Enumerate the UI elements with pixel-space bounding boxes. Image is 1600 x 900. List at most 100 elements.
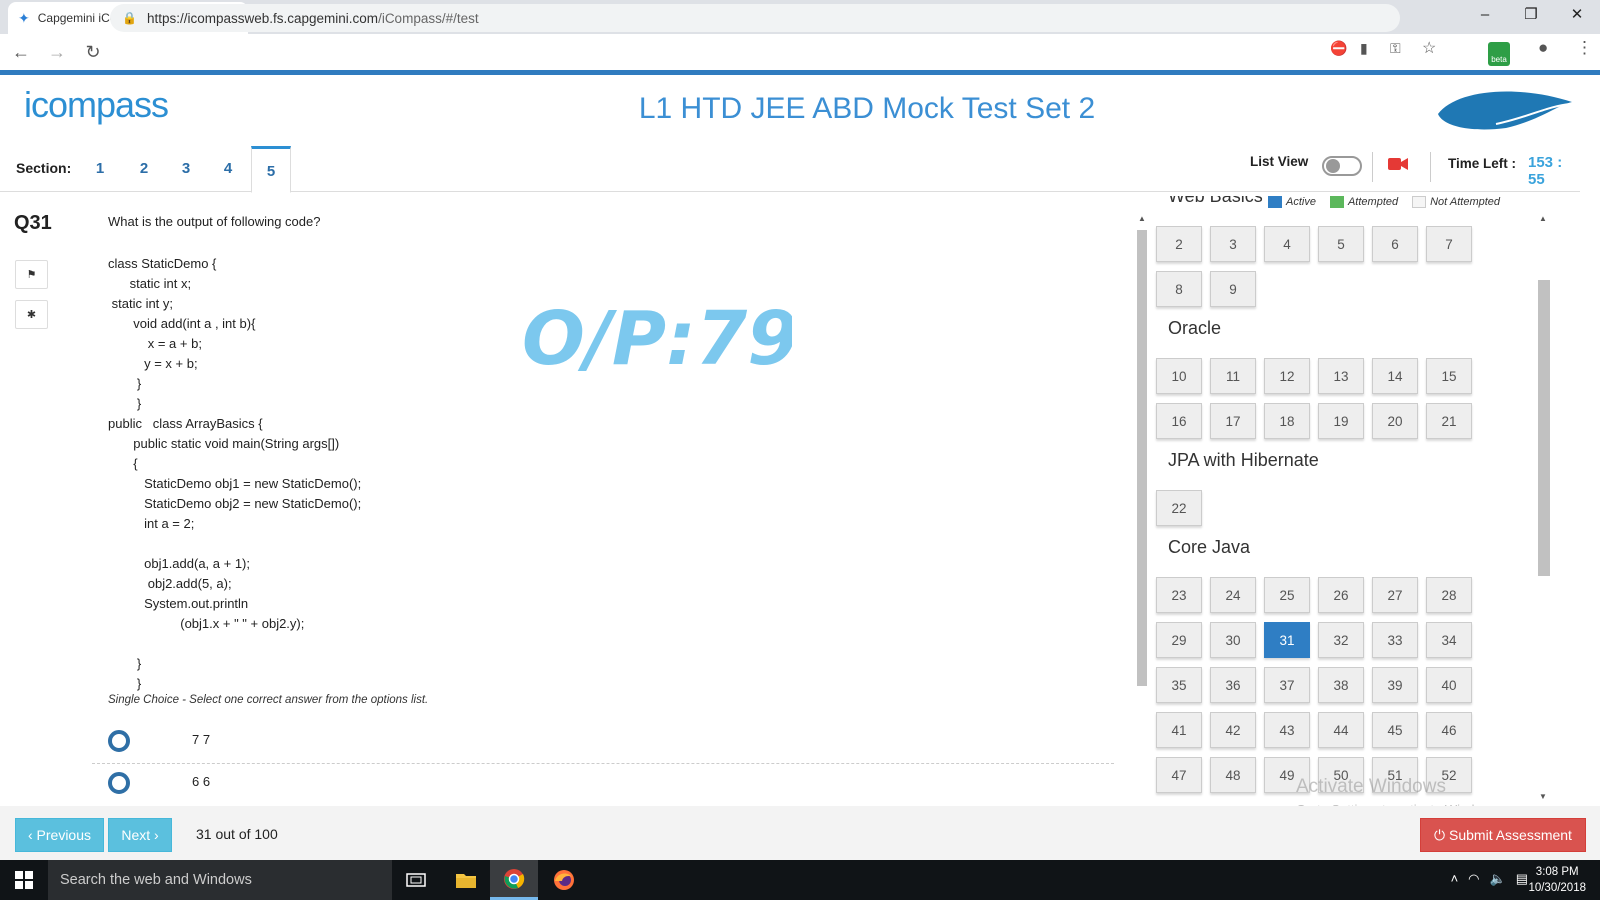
taskbar-search[interactable]: Search the web and Windows [48, 860, 392, 900]
question-palette-button[interactable]: 9 [1210, 271, 1256, 307]
reload-icon[interactable]: ↻ [78, 42, 108, 63]
question-palette-button[interactable]: 42 [1210, 712, 1256, 748]
beta-extension-icon[interactable]: beta [1488, 42, 1510, 66]
question-palette-button[interactable]: 23 [1156, 577, 1202, 613]
task-view-icon[interactable] [392, 860, 440, 900]
profile-icon[interactable]: ● [1538, 38, 1548, 58]
section-tab-1[interactable]: 1 [80, 146, 120, 192]
close-window-button[interactable]: ✕ [1554, 0, 1600, 30]
question-palette-button[interactable]: 12 [1264, 358, 1310, 394]
section-tab-4[interactable]: 4 [208, 146, 248, 192]
radio-button[interactable] [108, 730, 130, 752]
question-palette-button[interactable]: 34 [1426, 622, 1472, 658]
question-palette-button[interactable]: 44 [1318, 712, 1364, 748]
palette-scrollbar[interactable]: ▲ ▼ [1536, 214, 1550, 804]
section-tab-3[interactable]: 3 [166, 146, 206, 192]
question-palette-button[interactable]: 8 [1156, 271, 1202, 307]
question-palette-button[interactable]: 20 [1372, 403, 1418, 439]
scroll-down-icon[interactable]: ▼ [1536, 792, 1550, 801]
question-palette-button[interactable]: 30 [1210, 622, 1256, 658]
question-progress: 31 out of 100 [196, 826, 278, 842]
flag-question-button[interactable]: ⚑ [15, 260, 48, 289]
divider [1372, 152, 1373, 182]
question-palette-button[interactable]: 41 [1156, 712, 1202, 748]
section-tab-5[interactable]: 5 [251, 146, 291, 193]
chevron-up-icon[interactable]: ˄ [1451, 871, 1459, 887]
question-palette-button[interactable]: 3 [1210, 226, 1256, 262]
menu-icon[interactable]: ⋮ [1576, 38, 1593, 58]
previous-button[interactable]: ‹ Previous [15, 818, 104, 852]
question-palette-button[interactable]: 24 [1210, 577, 1256, 613]
next-button[interactable]: Next › [108, 818, 172, 852]
scroll-up-icon[interactable]: ▲ [1136, 214, 1148, 223]
taskbar-clock[interactable]: 3:08 PM 10/30/2018 [1528, 864, 1586, 896]
answer-option[interactable]: 6 6 [92, 764, 1114, 806]
question-palette-button[interactable]: 22 [1156, 490, 1202, 526]
question-palette-button[interactable]: 15 [1426, 358, 1472, 394]
question-palette-button[interactable]: 47 [1156, 757, 1202, 793]
question-palette-button[interactable]: 6 [1372, 226, 1418, 262]
scrollbar-thumb[interactable] [1137, 230, 1147, 686]
question-palette-button[interactable]: 5 [1318, 226, 1364, 262]
bookmark-star-icon[interactable]: ☆ [1422, 38, 1436, 58]
question-palette-button[interactable]: 29 [1156, 622, 1202, 658]
section-tab-2[interactable]: 2 [124, 146, 164, 192]
question-palette-button[interactable]: 48 [1210, 757, 1256, 793]
windows-taskbar: Search the web and Windows ˄ ◠ 🔈 ▤ 3:08 … [0, 860, 1600, 900]
question-palette-button[interactable]: 32 [1318, 622, 1364, 658]
activate-windows-watermark: Activate Windows [1296, 776, 1446, 797]
question-palette-button[interactable]: 17 [1210, 403, 1256, 439]
question-palette-button[interactable]: 25 [1264, 577, 1310, 613]
list-view-toggle[interactable] [1322, 156, 1362, 176]
address-bar[interactable]: 🔒 https://icompassweb.fs.capgemini.com/i… [110, 4, 1400, 32]
question-palette-button[interactable]: 35 [1156, 667, 1202, 703]
question-palette-button[interactable]: 43 [1264, 712, 1310, 748]
windows-logo-icon [15, 871, 33, 889]
notification-icon[interactable]: ▤ [1516, 871, 1528, 887]
question-palette-button[interactable]: 26 [1318, 577, 1364, 613]
maximize-button[interactable]: ❐ [1508, 0, 1554, 30]
question-palette-button[interactable]: 10 [1156, 358, 1202, 394]
camera-icon[interactable]: ▮ [1360, 40, 1368, 57]
question-palette-button[interactable]: 7 [1426, 226, 1472, 262]
question-palette-button[interactable]: 11 [1210, 358, 1256, 394]
scroll-up-icon[interactable]: ▲ [1536, 214, 1550, 223]
radio-button[interactable] [108, 772, 130, 794]
question-palette-button[interactable]: 27 [1372, 577, 1418, 613]
question-palette-button[interactable]: 38 [1318, 667, 1364, 703]
back-icon[interactable]: ← [6, 42, 36, 63]
question-palette-button[interactable]: 39 [1372, 667, 1418, 703]
question-palette-button[interactable]: 46 [1426, 712, 1472, 748]
clock-time: 3:08 PM [1535, 866, 1579, 878]
forward-icon[interactable]: → [42, 42, 72, 63]
blocked-icon[interactable]: ⛔ [1330, 40, 1347, 57]
question-palette-button[interactable]: 37 [1264, 667, 1310, 703]
scrollbar-thumb[interactable] [1538, 280, 1550, 576]
minimize-button[interactable]: – [1462, 0, 1508, 30]
question-palette-button[interactable]: 16 [1156, 403, 1202, 439]
start-button[interactable] [0, 860, 48, 900]
key-icon[interactable]: ⚿ [1390, 40, 1401, 57]
submit-assessment-button[interactable]: ⏻ Submit Assessment [1420, 818, 1586, 852]
question-palette-button[interactable]: 19 [1318, 403, 1364, 439]
question-palette-button[interactable]: 45 [1372, 712, 1418, 748]
question-scrollbar[interactable]: ▲ [1136, 214, 1148, 804]
file-explorer-icon[interactable] [442, 860, 490, 900]
answer-option[interactable]: 7 7 [92, 722, 1114, 764]
network-icon[interactable]: ◠ [1468, 871, 1479, 887]
chrome-icon[interactable] [490, 860, 538, 900]
volume-icon[interactable]: 🔈 [1490, 871, 1506, 887]
question-palette-button[interactable]: 14 [1372, 358, 1418, 394]
question-palette-button[interactable]: 4 [1264, 226, 1310, 262]
question-palette-button[interactable]: 33 [1372, 622, 1418, 658]
question-palette-button[interactable]: 31 [1264, 622, 1310, 658]
question-palette-button[interactable]: 18 [1264, 403, 1310, 439]
question-palette-button[interactable]: 36 [1210, 667, 1256, 703]
question-palette-button[interactable]: 13 [1318, 358, 1364, 394]
question-palette-button[interactable]: 2 [1156, 226, 1202, 262]
question-palette-button[interactable]: 28 [1426, 577, 1472, 613]
question-palette-button[interactable]: 21 [1426, 403, 1472, 439]
report-bug-button[interactable]: ✱ [15, 300, 48, 329]
firefox-icon[interactable] [540, 860, 588, 900]
question-palette-button[interactable]: 40 [1426, 667, 1472, 703]
